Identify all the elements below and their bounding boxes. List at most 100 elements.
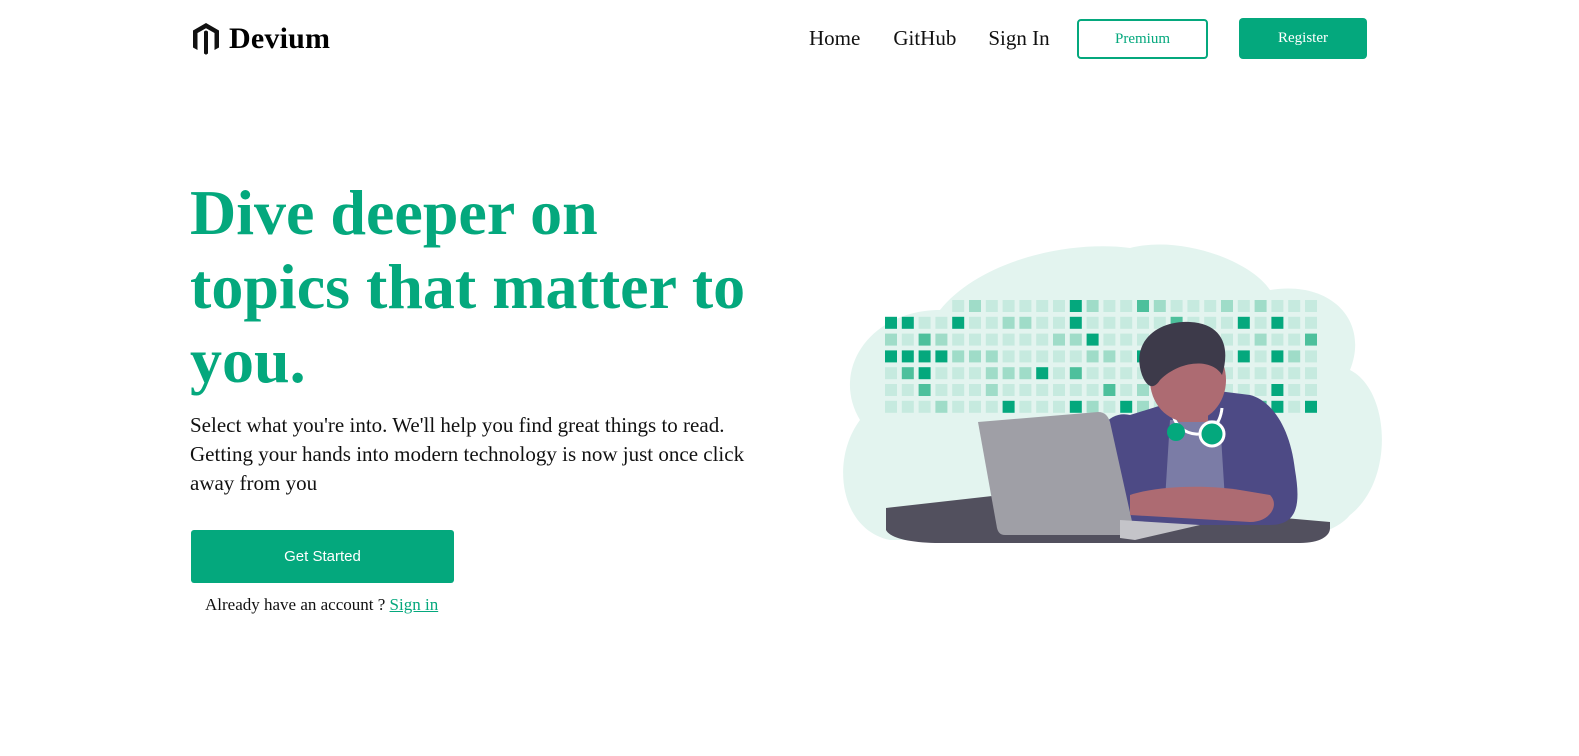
grid-cell (1019, 384, 1032, 396)
grid-cell (1288, 350, 1301, 363)
grid-cell (1288, 384, 1301, 396)
grid-cell (1305, 333, 1317, 346)
grid-cell (969, 333, 981, 346)
grid-cell (952, 384, 965, 396)
grid-cell (1288, 400, 1301, 413)
grid-cell (1120, 350, 1133, 363)
grid-cell (1002, 333, 1015, 346)
grid-cell (1288, 333, 1301, 346)
grid-cell (1053, 384, 1065, 396)
grid-cell (1086, 400, 1099, 413)
grid-cell (1019, 400, 1032, 413)
grid-cell (1002, 400, 1015, 413)
grid-cell (1237, 367, 1250, 380)
grid-cell (1002, 384, 1015, 396)
grid-cell (1103, 300, 1116, 312)
hero-title: Dive deeper on topics that matter to you… (190, 177, 746, 396)
grid-cell (1019, 316, 1032, 329)
grid-cell (985, 333, 998, 346)
nav-link-sign-in[interactable]: Sign In (988, 26, 1049, 51)
grid-cell (952, 300, 965, 312)
grid-cell (918, 350, 931, 363)
grid-cell (1305, 400, 1317, 413)
nav-link-github[interactable]: GitHub (893, 26, 956, 51)
grid-cell (1002, 300, 1015, 312)
grid-cell (1187, 300, 1200, 312)
register-button[interactable]: Register (1239, 18, 1367, 59)
grid-cell (1305, 350, 1317, 363)
grid-cell (1086, 367, 1099, 380)
grid-cell (1305, 367, 1317, 380)
grid-cell (901, 367, 914, 380)
grid-cell (1305, 300, 1317, 312)
brand[interactable]: Devium (191, 22, 330, 56)
grid-cell (1069, 316, 1082, 329)
grid-cell (1053, 300, 1065, 312)
grid-cell (969, 384, 981, 396)
grid-cell (1069, 367, 1082, 380)
grid-cell (1069, 333, 1082, 346)
grid-cell (1254, 350, 1267, 363)
grid-cell (1254, 316, 1267, 329)
grid-cell (952, 400, 965, 413)
grid-cell (1036, 300, 1049, 312)
hero-description: Select what you're into. We'll help you … (190, 413, 745, 495)
grid-cell (969, 300, 981, 312)
grid-cell (969, 350, 981, 363)
hero-illustration (830, 240, 1390, 550)
grid-cell (1069, 300, 1082, 312)
grid-cell (1103, 384, 1116, 396)
grid-cell (969, 400, 981, 413)
get-started-button[interactable]: Get Started (191, 530, 454, 583)
grid-cell (1120, 384, 1133, 396)
grid-cell (1103, 350, 1116, 363)
grid-cell (901, 350, 914, 363)
grid-cell (1271, 300, 1284, 312)
grid-cell (1204, 300, 1217, 312)
grid-cell (1086, 300, 1099, 312)
grid-cell (1271, 384, 1284, 396)
grid-cell (1019, 333, 1032, 346)
grid-cell (985, 350, 998, 363)
grid-cell (885, 316, 897, 329)
grid-cell (952, 350, 965, 363)
grid-cell (885, 384, 897, 396)
logo-icon (193, 23, 219, 55)
grid-cell (1305, 316, 1317, 329)
grid-cell (985, 384, 998, 396)
grid-cell (918, 333, 931, 346)
brand-name: Devium (229, 22, 331, 55)
grid-cell (935, 350, 948, 363)
grid-cell (1019, 350, 1032, 363)
headphone-ear-right (1198, 420, 1226, 448)
signin-link[interactable]: Sign in (390, 595, 439, 614)
grid-cell (1137, 300, 1149, 312)
grid-cell (1086, 384, 1099, 396)
grid-cell (918, 400, 931, 413)
grid-cell (1288, 300, 1301, 312)
premium-button[interactable]: Premium (1077, 19, 1208, 59)
nav-links: Home GitHub Sign In (809, 26, 1050, 51)
grid-cell (1103, 316, 1116, 329)
grid-cell (885, 400, 897, 413)
grid-cell (1170, 300, 1183, 312)
grid-cell (1153, 300, 1166, 312)
grid-cell (985, 400, 998, 413)
grid-cell (1120, 333, 1133, 346)
grid-cell (1002, 367, 1015, 380)
grid-cell (1237, 316, 1250, 329)
grid-cell (1120, 300, 1133, 312)
grid-cell (1120, 316, 1133, 329)
grid-cell (985, 316, 998, 329)
nav-link-home[interactable]: Home (809, 26, 860, 51)
grid-cell (1036, 400, 1049, 413)
grid-cell (1254, 384, 1267, 396)
grid-cell (1086, 333, 1099, 346)
grid-cell (885, 367, 897, 380)
signin-prompt-text: Already have an account ? (205, 595, 390, 614)
grid-cell (1036, 384, 1049, 396)
grid-cell (985, 367, 998, 380)
grid-cell (1069, 400, 1082, 413)
grid-cell (1254, 300, 1267, 312)
grid-cell (935, 384, 948, 396)
